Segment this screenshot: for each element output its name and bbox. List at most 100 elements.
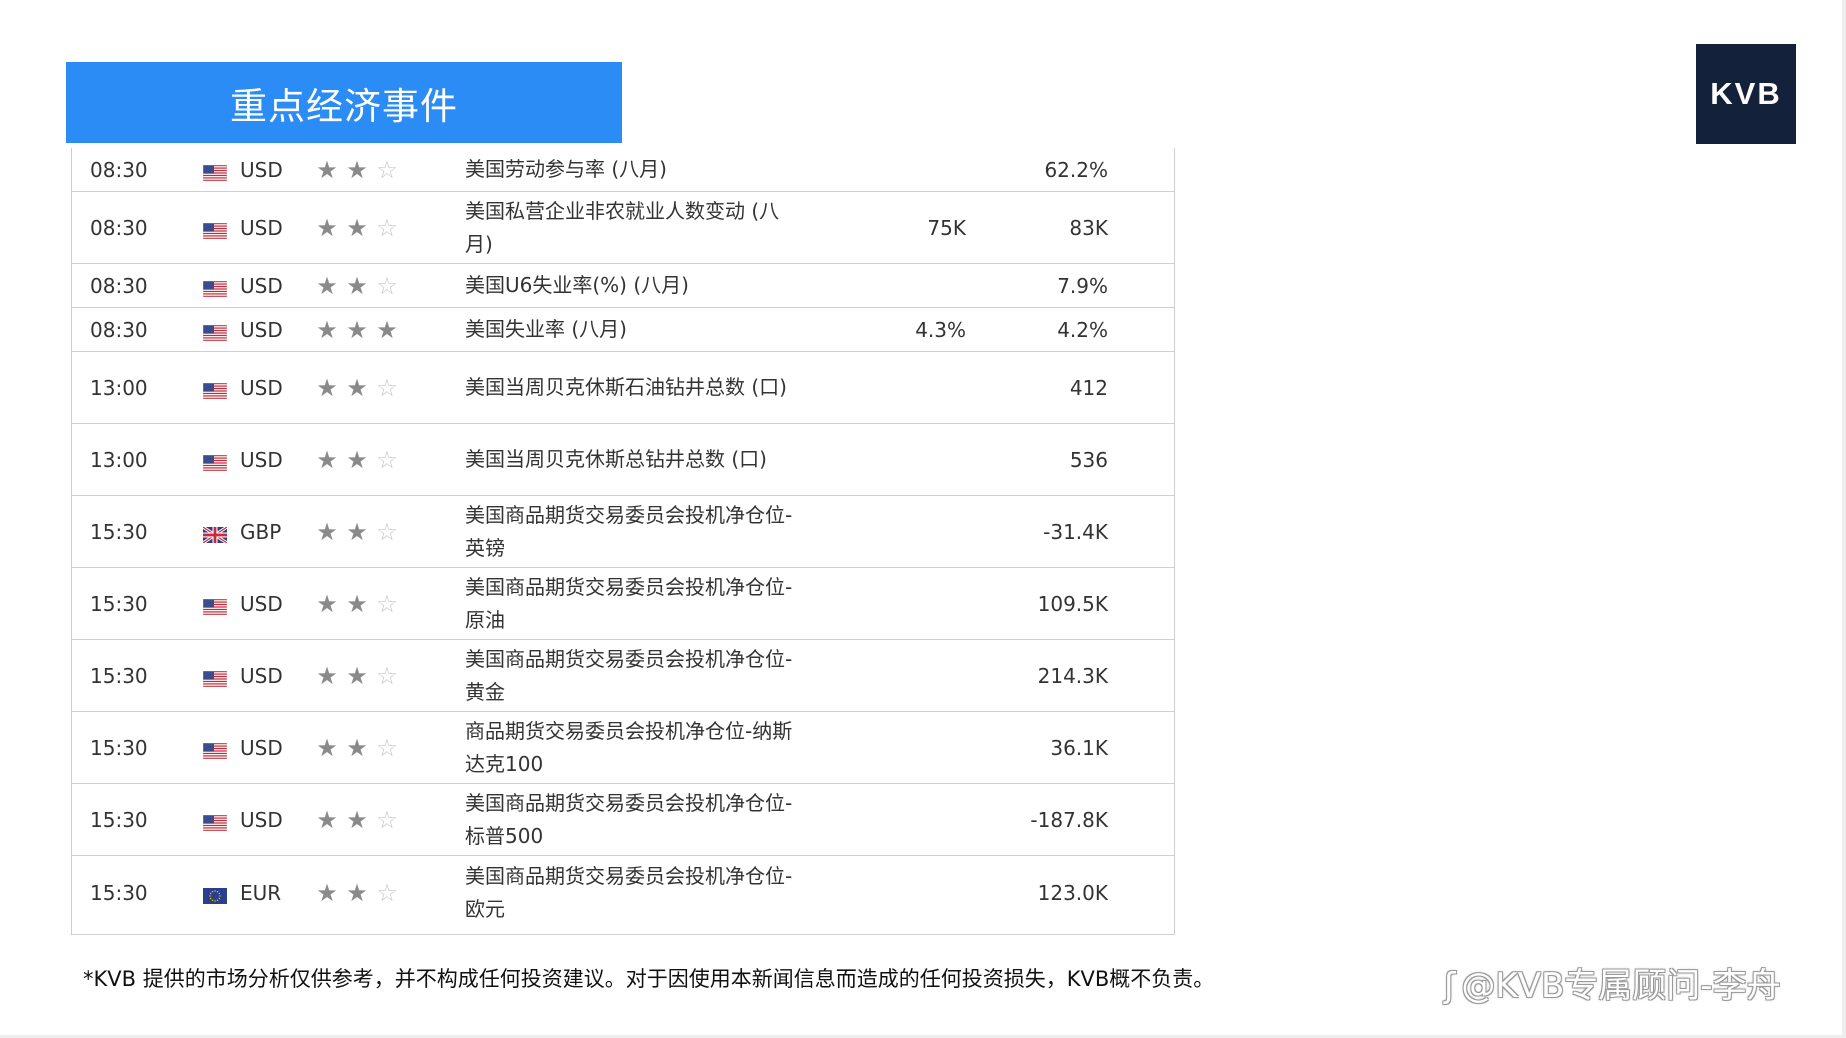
table-row: 08:30 USD ★ ★ ★ 美国失业率 (八月) 4.3% 4.2% (72, 308, 1174, 352)
flag-icon (202, 496, 228, 567)
star-filled-icon: ★ (346, 271, 368, 300)
event-time: 15:30 (90, 807, 148, 832)
event-time: 13:00 (90, 375, 148, 400)
watermark-text: @KVB专属顾问-李舟 (1461, 966, 1781, 1006)
flag-us-icon (202, 278, 228, 297)
star-filled-icon: ★ (346, 517, 368, 546)
currency-code: USD (240, 215, 283, 240)
flag-icon (202, 352, 228, 423)
flag-gb-icon (202, 524, 228, 544)
flag-us-icon (202, 596, 228, 615)
event-time: 08:30 (90, 157, 148, 182)
flag-icon (202, 424, 228, 495)
actual-value: -31.4K (1043, 519, 1108, 544)
star-filled-icon: ★ (346, 445, 368, 474)
star-empty-icon: ☆ (376, 661, 398, 690)
star-filled-icon: ★ (316, 878, 338, 907)
actual-value: 536 (1069, 447, 1108, 472)
star-empty-icon: ☆ (376, 213, 398, 242)
flag-icon (202, 568, 228, 639)
weibo-icon: ʃ (1444, 966, 1456, 1006)
currency-code: USD (240, 375, 283, 400)
star-filled-icon: ★ (346, 589, 368, 618)
table-row: 15:30 USD ★ ★ ☆ 美国商品期货交易委员会投机净仓位-黄金 214.3K (72, 640, 1174, 712)
actual-value: 36.1K (1050, 735, 1108, 760)
importance-stars: ★ ★ ☆ (312, 712, 402, 783)
event-name: 美国商品期货交易委员会投机净仓位-黄金 (465, 646, 793, 704)
star-filled-icon: ★ (316, 271, 338, 300)
table-row: 08:30 USD ★ ★ ☆ 美国私营企业非农就业人数变动 (八月) 75K 83K (72, 192, 1174, 264)
currency-code: USD (240, 735, 283, 760)
star-filled-icon: ★ (346, 805, 368, 834)
star-filled-icon: ★ (316, 517, 338, 546)
flag-us-icon (202, 452, 228, 471)
table-row: 08:30 USD ★ ★ ☆ 美国劳动参与率 (八月) 62.2% (72, 148, 1174, 192)
star-filled-icon: ★ (346, 878, 368, 907)
star-filled-icon: ★ (346, 315, 368, 344)
flag-us-icon (202, 740, 228, 759)
importance-stars: ★ ★ ☆ (312, 784, 402, 855)
table-row: 15:30 EUR ★ ★ ☆ 美国商品期货交易委员会投机净仓位-欧元 123.0K (72, 856, 1174, 929)
star-empty-icon: ☆ (376, 271, 398, 300)
flag-us-icon (202, 162, 228, 181)
table-row: 15:30 GBP ★ ★ ☆ 美国商品期货交易委员会投机净仓位-英镑 -31.4K (72, 496, 1174, 568)
currency-code: USD (240, 317, 283, 342)
flag-icon (202, 192, 228, 263)
star-filled-icon: ★ (316, 213, 338, 242)
currency-code: USD (240, 447, 283, 472)
actual-value: 109.5K (1037, 591, 1108, 616)
star-filled-icon: ★ (316, 373, 338, 402)
currency-code: USD (240, 273, 283, 298)
star-empty-icon: ☆ (376, 589, 398, 618)
currency-code: GBP (240, 519, 282, 544)
table-row: 08:30 USD ★ ★ ☆ 美国U6失业率(%) (八月) 7.9% (72, 264, 1174, 308)
event-name: 美国私营企业非农就业人数变动 (八月) (465, 198, 780, 256)
star-filled-icon: ★ (316, 661, 338, 690)
importance-stars: ★ ★ ☆ (312, 148, 402, 191)
importance-stars: ★ ★ ☆ (312, 640, 402, 711)
watermark: ʃ @KVB专属顾问-李舟 (1444, 958, 1781, 1007)
section-title: 重点经济事件 (66, 62, 622, 143)
event-time: 08:30 (90, 273, 148, 298)
flag-us-icon (202, 380, 228, 399)
event-name: 美国商品期货交易委员会投机净仓位-欧元 (465, 863, 793, 921)
forecast-value: 4.3% (915, 317, 966, 342)
event-name: 美国U6失业率(%) (八月) (465, 273, 689, 297)
importance-stars: ★ ★ ☆ (312, 264, 402, 307)
actual-value: 83K (1069, 215, 1108, 240)
actual-value: 123.0K (1037, 880, 1108, 905)
disclaimer-text: *KVB 提供的市场分析仅供参考，并不构成任何投资建议。对于因使用本新闻信息而造… (83, 967, 1215, 991)
currency-code: USD (240, 663, 283, 688)
star-filled-icon: ★ (316, 445, 338, 474)
event-time: 15:30 (90, 663, 148, 688)
event-name: 美国当周贝克休斯总钻井总数 (口) (465, 447, 767, 471)
event-name: 美国劳动参与率 (八月) (465, 157, 667, 181)
flag-eu-icon (203, 885, 227, 904)
flag-icon (202, 148, 228, 191)
importance-stars: ★ ★ ☆ (312, 856, 402, 929)
table-row: 13:00 USD ★ ★ ☆ 美国当周贝克休斯总钻井总数 (口) 536 (72, 424, 1174, 496)
flag-icon (202, 640, 228, 711)
star-filled-icon: ★ (346, 213, 368, 242)
currency-code: USD (240, 807, 283, 832)
actual-value: 7.9% (1057, 273, 1108, 298)
currency-code: USD (240, 157, 283, 182)
section-title-text: 重点经济事件 (230, 84, 458, 128)
star-filled-icon: ★ (346, 661, 368, 690)
flag-us-icon (202, 812, 228, 831)
star-filled-icon: ★ (346, 373, 368, 402)
flag-us-icon (202, 668, 228, 687)
star-filled-icon: ★ (316, 733, 338, 762)
event-name: 美国商品期货交易委员会投机净仓位-标普500 (465, 790, 793, 848)
event-time: 15:30 (90, 880, 148, 905)
event-name: 美国商品期货交易委员会投机净仓位-原油 (465, 574, 793, 632)
currency-code: USD (240, 591, 283, 616)
star-empty-icon: ☆ (376, 445, 398, 474)
actual-value: -187.8K (1030, 807, 1108, 832)
star-filled-icon: ★ (346, 733, 368, 762)
star-filled-icon: ★ (316, 315, 338, 344)
flag-us-icon (202, 220, 228, 239)
table-row: 15:30 USD ★ ★ ☆ 美国商品期货交易委员会投机净仓位-标普500 -187.8K (72, 784, 1174, 856)
forecast-value: 75K (927, 215, 966, 240)
event-time: 15:30 (90, 519, 148, 544)
